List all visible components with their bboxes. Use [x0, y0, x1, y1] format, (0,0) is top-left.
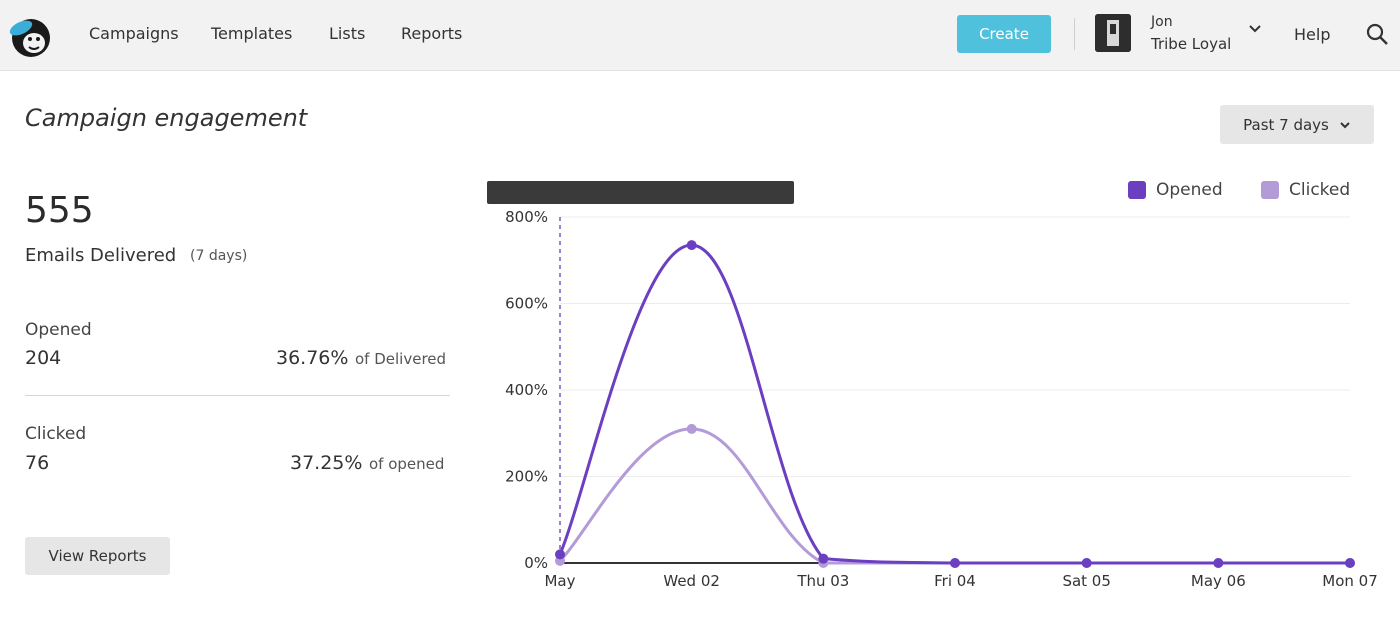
date-range-dropdown[interactable]: Past 7 days — [1220, 105, 1374, 144]
delivered-count: 555 — [25, 190, 94, 231]
page-title: Campaign engagement — [25, 104, 308, 132]
nav-lists[interactable]: Lists — [329, 24, 365, 43]
data-point-opened — [1081, 558, 1092, 568]
help-link[interactable]: Help — [1294, 25, 1330, 44]
data-point-opened — [555, 549, 565, 560]
top-nav: Campaigns Templates Lists Reports Create… — [0, 0, 1400, 71]
x-tick-label: May — [544, 572, 575, 590]
clicked-percent: 37.25% — [290, 452, 363, 474]
x-tick-label: May 06 — [1191, 572, 1246, 590]
date-range-label: Past 7 days — [1243, 115, 1329, 134]
account-org[interactable]: Tribe Loyal — [1151, 35, 1231, 53]
data-point-opened — [818, 553, 829, 564]
account-name[interactable]: Jon — [1151, 14, 1173, 30]
chevron-down-icon — [1340, 121, 1350, 128]
y-tick-label: 400% — [505, 381, 548, 399]
avatar[interactable] — [1095, 14, 1131, 52]
x-tick-label: Fri 04 — [934, 572, 976, 590]
avatar-image-icon — [1095, 14, 1131, 52]
opened-of-label: of Delivered — [355, 350, 447, 368]
opened-value: 204 — [25, 347, 62, 369]
chevron-down-icon[interactable] — [1248, 22, 1262, 36]
create-button[interactable]: Create — [957, 15, 1051, 53]
nav-reports[interactable]: Reports — [401, 24, 462, 43]
nav-campaigns[interactable]: Campaigns — [89, 24, 179, 43]
y-tick-label: 200% — [505, 468, 548, 486]
opened-percent: 36.76% — [276, 347, 349, 369]
opened-label: Opened — [25, 320, 92, 340]
delivered-period: (7 days) — [190, 248, 248, 264]
stats-divider — [25, 395, 450, 396]
nav-divider — [1074, 18, 1075, 50]
clicked-value: 76 — [25, 452, 50, 474]
nav-templates[interactable]: Templates — [211, 24, 292, 43]
data-point-opened — [1345, 558, 1355, 568]
data-point-opened — [1213, 558, 1224, 568]
series-line-opened — [558, 243, 1350, 565]
x-tick-label: Mon 07 — [1322, 572, 1377, 590]
monkey-logo-icon[interactable] — [8, 14, 54, 60]
data-point-opened — [950, 558, 960, 568]
clicked-of-label: of opened — [369, 455, 445, 473]
data-point-clicked — [686, 423, 697, 434]
delivered-label: Emails Delivered — [25, 245, 177, 266]
x-tick-label: Wed 02 — [663, 572, 720, 590]
view-reports-button[interactable]: View Reports — [25, 537, 170, 575]
x-tick-label: Thu 03 — [796, 572, 849, 590]
search-icon[interactable] — [1365, 22, 1389, 46]
x-tick-label: Sat 05 — [1062, 572, 1110, 590]
data-point-opened — [686, 240, 697, 251]
series-line-clicked — [558, 427, 1350, 565]
clicked-label: Clicked — [25, 424, 87, 444]
y-tick-label: 800% — [505, 208, 548, 226]
y-tick-label: 600% — [505, 295, 548, 313]
y-tick-label: 0% — [524, 554, 548, 572]
engagement-chart: 0% 200% 400% 600% 800% May Wed 02 Thu 03 Fri 04 S… — [505, 208, 1378, 590]
